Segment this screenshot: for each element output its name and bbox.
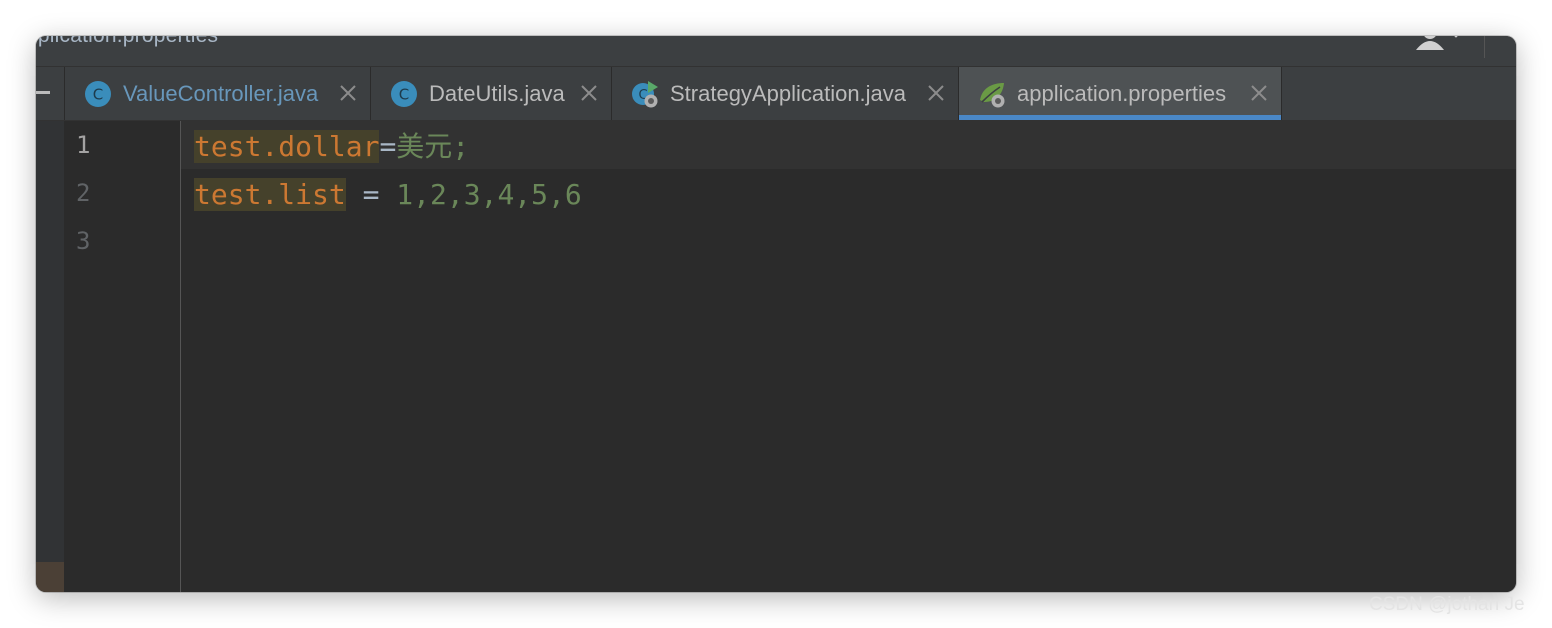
title-divider	[1484, 36, 1485, 58]
property-separator: =	[379, 130, 397, 163]
code-line-2[interactable]: test.list = 1,2,3,4,5,6	[194, 171, 582, 219]
tab-label: ValueController.java	[123, 80, 319, 106]
watermark: CSDN @jothan Je	[1369, 594, 1525, 615]
line-number: 3	[76, 227, 91, 255]
tool-window-button[interactable]	[36, 562, 64, 592]
code-line-1[interactable]: test.dollar=美元;	[194, 123, 469, 171]
spring-boot-run-class-icon: C	[632, 80, 658, 107]
editor-tab-bar: C ValueController.java C DateUtils.java …	[36, 67, 1516, 121]
tab-strategy-application[interactable]: C StrategyApplication.java	[612, 67, 959, 120]
property-separator: =	[345, 178, 397, 211]
close-icon[interactable]	[927, 84, 945, 102]
close-icon[interactable]	[339, 84, 357, 102]
tab-overflow-control[interactable]	[36, 67, 65, 120]
property-key: test.dollar	[194, 130, 380, 163]
svg-text:C: C	[399, 85, 409, 103]
property-value: 美元;	[396, 130, 470, 163]
tab-date-utils[interactable]: C DateUtils.java	[371, 67, 612, 120]
svg-text:C: C	[93, 85, 103, 103]
title-bar: pplication.properties	[36, 36, 1516, 67]
property-key: test.list	[194, 178, 346, 211]
java-class-icon: C	[391, 80, 417, 107]
tab-value-controller[interactable]: C ValueController.java	[65, 67, 371, 120]
line-number-gutter: 1 2 3	[64, 121, 181, 592]
line-number: 1	[76, 131, 91, 159]
tab-application-properties[interactable]: application.properties	[959, 67, 1282, 120]
ide-window: pplication.properties C ValueController.…	[36, 36, 1516, 592]
close-icon[interactable]	[1250, 84, 1268, 102]
property-value: 1,2,3,4,5,6	[396, 178, 582, 211]
close-icon[interactable]	[580, 84, 598, 102]
spring-properties-icon	[980, 82, 1005, 107]
code-editor[interactable]: test.dollar=美元; test.list = 1,2,3,4,5,6	[181, 121, 1516, 592]
tab-label: DateUtils.java	[429, 80, 565, 106]
minus-icon	[36, 91, 50, 94]
line-number: 2	[76, 179, 91, 207]
tab-label: StrategyApplication.java	[670, 80, 907, 106]
java-class-icon: C	[85, 80, 111, 107]
window-title: pplication.properties	[36, 36, 218, 48]
account-icon[interactable]	[1414, 36, 1462, 50]
tab-label: application.properties	[1017, 80, 1227, 106]
tool-window-strip	[36, 121, 64, 592]
